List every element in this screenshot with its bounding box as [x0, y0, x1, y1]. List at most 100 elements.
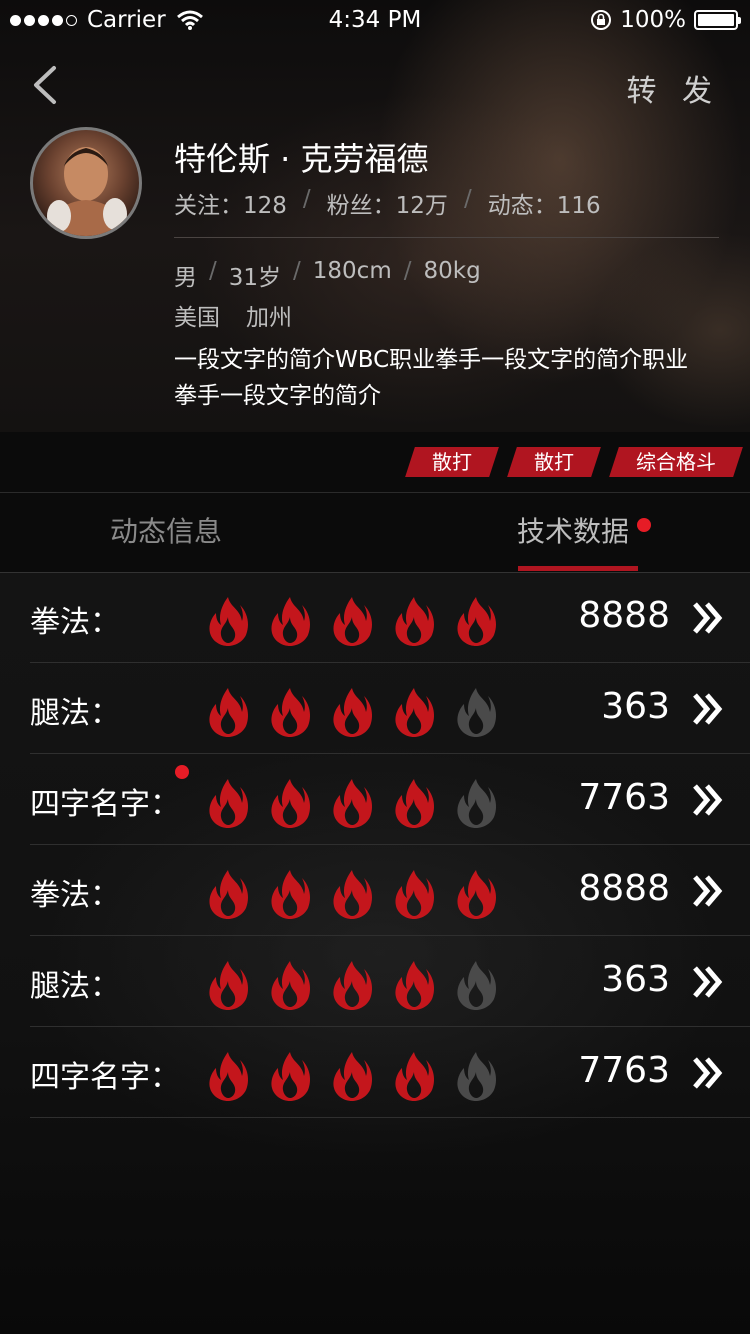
region: 加州: [246, 305, 292, 331]
gender: 男: [174, 265, 197, 291]
flame-icon-active: [395, 688, 434, 737]
tag-item[interactable]: 散打: [507, 447, 601, 477]
rotation-lock-icon: [591, 10, 612, 30]
flame-icon-active: [271, 779, 310, 828]
skill-value: 363: [601, 959, 670, 1000]
row-divider: [30, 753, 750, 754]
flame-icon-active: [209, 779, 248, 828]
status-bar: Carrier 4:34 PM 100%: [0, 0, 750, 40]
avatar[interactable]: [30, 127, 142, 239]
flame-icon-active: [209, 688, 248, 737]
tab-tech-data-label: 技术数据: [517, 515, 630, 548]
double-chevron-right-icon[interactable]: [692, 601, 724, 635]
double-chevron-right-icon[interactable]: [692, 783, 724, 817]
flame-icon-active: [271, 1052, 310, 1101]
country: 美国: [174, 305, 220, 331]
posts-count[interactable]: 动态：116: [488, 186, 601, 220]
skill-label: 腿法：: [30, 969, 120, 1004]
battery-icon: [694, 10, 741, 30]
flame-icon-active: [209, 597, 248, 646]
height: 180cm: [312, 258, 392, 284]
following-count[interactable]: 关注：128: [174, 186, 287, 220]
profile-name: 特伦斯 · 克劳福德: [174, 140, 429, 178]
followers-count[interactable]: 粉丝：12万: [327, 186, 448, 220]
flame-icon-inactive: [457, 688, 496, 737]
flame-icon-active: [333, 961, 372, 1010]
tag-item[interactable]: 散打: [405, 447, 499, 477]
flame-icon-active: [209, 1052, 248, 1101]
skill-row[interactable]: 拳法： 8888: [0, 573, 750, 663]
profile-attributes: 男 / 31岁 / 180cm / 80kg: [174, 258, 481, 292]
skill-label: 四字名字：: [30, 787, 180, 822]
flame-icon-active: [333, 688, 372, 737]
skill-rating: [206, 595, 499, 647]
skill-label: 拳法：: [30, 878, 120, 913]
skill-row[interactable]: 拳法： 8888: [0, 846, 750, 936]
attr-separator: /: [403, 258, 412, 284]
flame-icon-active: [333, 779, 372, 828]
profile-header: Carrier 4:34 PM 100% 转 发 特伦斯 · 克劳福德 关注：1…: [0, 0, 750, 432]
back-icon[interactable]: [28, 62, 68, 108]
flame-icon-active: [333, 597, 372, 646]
flame-icon-active: [333, 870, 372, 919]
notification-dot: [175, 765, 189, 779]
tag-item[interactable]: 综合格斗: [609, 447, 743, 477]
tag-label: 散打: [432, 450, 472, 474]
flame-icon-active: [209, 870, 248, 919]
profile-location: 美国 加州: [174, 298, 292, 332]
double-chevron-right-icon[interactable]: [692, 1056, 724, 1090]
row-divider: [30, 1117, 750, 1118]
attr-separator: /: [209, 258, 217, 284]
tag-label: 综合格斗: [636, 450, 716, 474]
avatar-photo: [43, 147, 129, 236]
tab-tech-data[interactable]: 技术数据: [517, 510, 652, 550]
double-chevron-right-icon[interactable]: [692, 965, 724, 999]
skill-value: 7763: [578, 1050, 670, 1091]
skill-label: 拳法：: [30, 605, 120, 640]
row-divider: [30, 935, 750, 936]
double-chevron-right-icon[interactable]: [692, 692, 724, 726]
status-bar-right: 100%: [590, 0, 741, 40]
skill-label: 四字名字：: [30, 1060, 180, 1095]
skill-label: 腿法：: [30, 696, 120, 731]
flame-icon-active: [271, 961, 310, 1010]
skill-rating: [206, 959, 499, 1011]
tag-list: 散打 散打 综合格斗: [405, 447, 743, 477]
flame-icon-active: [457, 597, 496, 646]
flame-icon-inactive: [457, 1052, 496, 1101]
stat-separator: /: [302, 186, 311, 212]
tag-label: 散打: [534, 450, 574, 474]
skill-rating: [206, 1050, 499, 1102]
share-button[interactable]: 转 发: [626, 66, 720, 110]
profile-bio: 一段文字的简介WBC职业拳手一段文字的简介职业拳手一段文字的简介: [174, 347, 689, 409]
flame-icon-active: [395, 961, 434, 1010]
skill-row[interactable]: 四字名字： 7763: [0, 1028, 750, 1118]
weight: 80kg: [423, 258, 481, 284]
skill-value: 8888: [578, 595, 670, 636]
flame-icon-active: [333, 1052, 372, 1101]
skill-row[interactable]: 腿法： 363: [0, 937, 750, 1027]
flame-icon-active: [271, 688, 310, 737]
tags-divider: [0, 492, 750, 493]
age: 31岁: [228, 265, 282, 291]
flame-icon-active: [271, 597, 310, 646]
double-chevron-right-icon[interactable]: [692, 874, 724, 908]
skill-rating: [206, 868, 499, 920]
battery-percent: 100%: [620, 7, 686, 33]
flame-icon-active: [395, 870, 434, 919]
flame-icon-inactive: [457, 961, 496, 1010]
attr-separator: /: [293, 258, 301, 284]
flame-icon-active: [457, 870, 496, 919]
flame-icon-active: [395, 1052, 434, 1101]
active-tab-indicator: [518, 566, 638, 571]
tab-dynamic-info[interactable]: 动态信息: [110, 510, 222, 550]
skill-value: 8888: [578, 868, 670, 909]
row-divider: [30, 844, 750, 845]
skill-row[interactable]: 四字名字： 7763: [0, 755, 750, 845]
flame-icon-active: [395, 597, 434, 646]
skill-value: 363: [601, 686, 670, 727]
skill-rating: [206, 686, 499, 738]
row-divider: [30, 662, 750, 663]
skill-row[interactable]: 腿法： 363: [0, 664, 750, 754]
profile-stats: 关注：128 / 粉丝：12万 / 动态：116: [174, 186, 601, 220]
